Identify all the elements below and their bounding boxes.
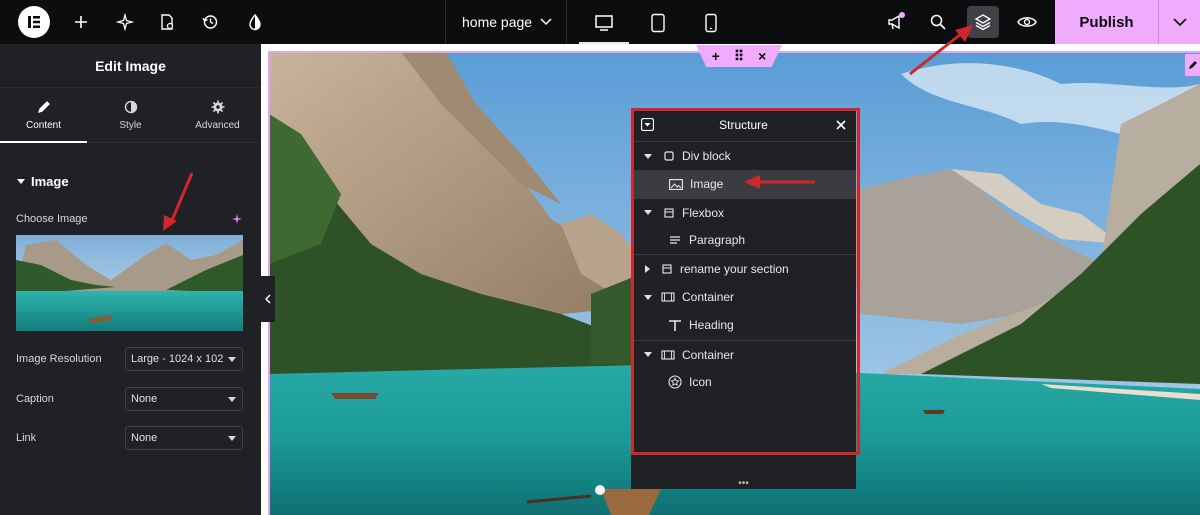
desktop-view-icon[interactable] bbox=[579, 10, 629, 44]
tab-style[interactable]: Style bbox=[87, 88, 174, 142]
annotation-arrow bbox=[909, 25, 973, 76]
select-value: None bbox=[131, 432, 158, 444]
image-thumbnail[interactable] bbox=[16, 235, 243, 331]
tab-label: Advanced bbox=[195, 119, 240, 131]
half-circle-icon bbox=[124, 100, 137, 113]
link-select[interactable]: None bbox=[125, 426, 243, 450]
gear-icon bbox=[211, 100, 224, 113]
caret-down-icon bbox=[17, 178, 25, 184]
chevron-left-icon bbox=[265, 294, 271, 304]
tablet-view-icon[interactable] bbox=[645, 10, 671, 36]
select-value: Large - 1024 x 102 bbox=[131, 353, 224, 365]
resize-grip-icon[interactable]: ••• bbox=[631, 478, 856, 489]
image-resolution-select[interactable]: Large - 1024 x 102 bbox=[125, 347, 243, 371]
section-title-label: Image bbox=[31, 174, 69, 189]
page-name: home page bbox=[462, 14, 533, 30]
add-handle-button[interactable]: + bbox=[712, 48, 720, 64]
pencil-icon bbox=[37, 100, 50, 113]
collapse-panel-button[interactable] bbox=[261, 276, 275, 322]
tab-content[interactable]: Content bbox=[0, 88, 87, 143]
page-settings-icon[interactable] bbox=[155, 10, 179, 34]
chevron-down-icon bbox=[228, 436, 236, 441]
drag-handle-button[interactable]: ⠿ bbox=[734, 48, 744, 65]
close-handle-button[interactable]: × bbox=[758, 48, 766, 64]
publish-button[interactable]: Publish bbox=[1055, 0, 1158, 44]
tab-advanced[interactable]: Advanced bbox=[174, 88, 261, 142]
preview-eye-icon[interactable] bbox=[1015, 10, 1039, 34]
panel-tabs: Content Style Advanced bbox=[0, 88, 261, 143]
tab-label: Style bbox=[119, 119, 142, 131]
tab-label: Content bbox=[25, 119, 62, 131]
ai-sparkle-icon[interactable] bbox=[231, 212, 243, 230]
choose-image-label: Choose Image bbox=[16, 213, 88, 225]
top-bar: home page Publish bbox=[0, 0, 1200, 44]
edit-corner-icon[interactable] bbox=[1185, 54, 1200, 76]
chevron-down-icon bbox=[540, 18, 552, 26]
annotation-arrow bbox=[163, 172, 194, 231]
history-icon[interactable] bbox=[198, 10, 222, 34]
elementor-logo[interactable] bbox=[18, 6, 50, 38]
image-resolution-label: Image Resolution bbox=[16, 353, 102, 365]
chevron-down-icon bbox=[228, 357, 236, 362]
mobile-view-icon[interactable] bbox=[698, 10, 724, 36]
panel-title: Edit Image bbox=[0, 44, 261, 88]
ai-sparkle-icon[interactable] bbox=[113, 10, 137, 34]
publish-options-button[interactable] bbox=[1158, 0, 1200, 44]
link-label: Link bbox=[16, 432, 37, 444]
image-section-toggle[interactable]: Image bbox=[17, 174, 69, 189]
caption-select[interactable]: None bbox=[125, 387, 243, 411]
chevron-down-icon bbox=[228, 397, 236, 402]
element-handle-toolbar: + ⠿ × bbox=[696, 45, 782, 67]
annotation-box bbox=[631, 108, 860, 455]
annotation-arrow bbox=[744, 175, 815, 189]
site-settings-drop-icon[interactable] bbox=[243, 10, 267, 34]
caption-label: Caption bbox=[16, 393, 54, 405]
editor-panel: Edit Image Content Style Advanced Image … bbox=[0, 44, 261, 515]
page-selector[interactable]: home page bbox=[445, 0, 567, 44]
chevron-down-icon bbox=[1172, 17, 1187, 26]
add-element-icon[interactable] bbox=[69, 10, 93, 34]
select-value: None bbox=[131, 393, 158, 405]
